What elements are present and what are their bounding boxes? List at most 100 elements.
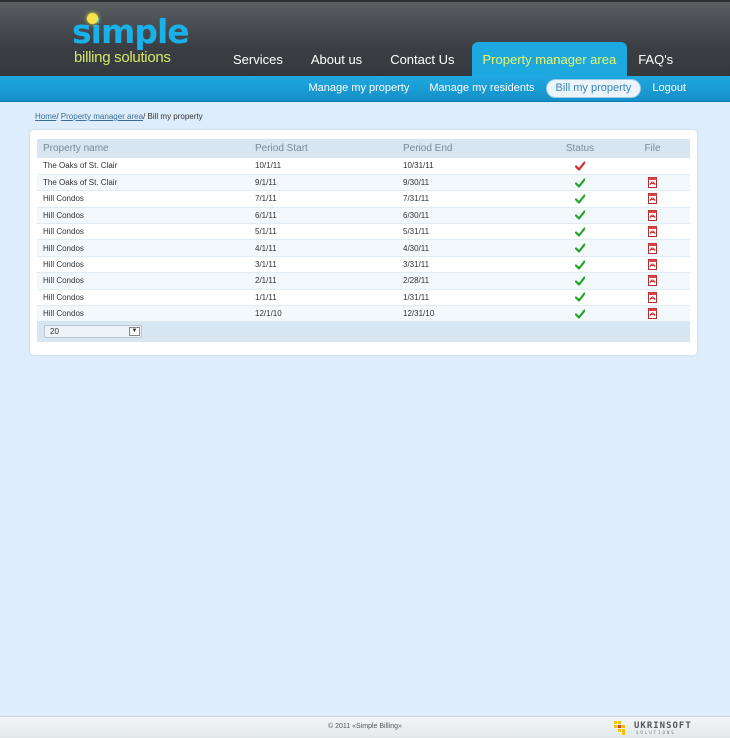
cell-property-name: The Oaks of St. Clair — [37, 174, 249, 192]
cell-status — [545, 256, 615, 274]
subnav-item-manage-my-property[interactable]: Manage my property — [299, 79, 418, 98]
cell-status — [545, 223, 615, 241]
table-footer: 20 ▼ — [37, 321, 690, 342]
breadcrumb-home-link[interactable]: Home — [35, 112, 56, 121]
cell-period-end: 6/30/11 — [397, 207, 545, 225]
site-footer: © 2011 «Simple Billing» UKRINSOFT SOLUTI… — [0, 716, 730, 738]
pdf-file-icon[interactable] — [648, 308, 657, 320]
breadcrumb-area-link[interactable]: Property manager area — [61, 112, 143, 121]
cell-period-start: 4/1/11 — [249, 239, 397, 257]
cell-period-start: 2/1/11 — [249, 272, 397, 290]
site-header: simple billing solutions Services About u… — [0, 0, 730, 78]
cell-file — [615, 207, 690, 225]
pdf-file-icon[interactable] — [648, 291, 657, 303]
cell-status — [545, 158, 615, 175]
breadcrumb: Home/ Property manager area/ Bill my pro… — [35, 112, 203, 121]
vendor-logo[interactable]: UKRINSOFT SOLUTIONS — [614, 720, 698, 736]
cell-period-end: 1/31/11 — [397, 289, 545, 307]
cell-status — [545, 305, 615, 323]
nav-item-services[interactable]: Services — [222, 42, 300, 78]
cell-period-start: 12/1/10 — [249, 305, 397, 323]
cell-file — [615, 305, 690, 323]
cell-property-name: Hill Condos — [37, 207, 249, 225]
cell-property-name: Hill Condos — [37, 272, 249, 290]
nav-item-property-manager-area[interactable]: Property manager area — [471, 42, 628, 78]
cell-file — [615, 190, 690, 208]
check-icon — [575, 210, 585, 220]
cell-period-start: 5/1/11 — [249, 223, 397, 241]
cell-file — [615, 158, 690, 175]
logo-tagline: billing solutions — [74, 49, 171, 66]
subnav-item-manage-my-residents[interactable]: Manage my residents — [420, 79, 543, 98]
check-icon — [575, 309, 585, 319]
pdf-file-icon[interactable] — [648, 177, 657, 189]
cell-period-start: 7/1/11 — [249, 190, 397, 208]
table-row[interactable]: Hill Condos 5/1/11 5/31/11 — [37, 223, 690, 241]
cell-period-start: 9/1/11 — [249, 174, 397, 192]
cell-property-name: The Oaks of St. Clair — [37, 158, 249, 175]
breadcrumb-current: Bill my property — [147, 112, 203, 121]
header-status[interactable]: Status — [545, 139, 615, 158]
cell-period-start: 6/1/11 — [249, 207, 397, 225]
cell-property-name: Hill Condos — [37, 239, 249, 257]
check-pending-icon — [575, 161, 585, 171]
vendor-sub: SOLUTIONS — [636, 730, 676, 735]
table-row[interactable]: Hill Condos 4/1/11 4/30/11 — [37, 239, 690, 257]
subnav-item-logout[interactable]: Logout — [643, 79, 695, 98]
header-period-end[interactable]: Period End — [397, 139, 545, 158]
cell-status — [545, 239, 615, 257]
check-icon — [575, 292, 585, 302]
table-row[interactable]: Hill Condos 1/1/11 1/31/11 — [37, 289, 690, 307]
table-row[interactable]: The Oaks of St. Clair 10/1/11 10/31/11 — [37, 158, 690, 175]
cell-file — [615, 256, 690, 274]
page-size-select[interactable]: 20 ▼ — [44, 325, 142, 338]
check-icon — [575, 276, 585, 286]
cell-period-end: 4/30/11 — [397, 239, 545, 257]
check-icon — [575, 227, 585, 237]
header-file[interactable]: File — [615, 139, 690, 158]
cell-status — [545, 174, 615, 192]
site-logo[interactable]: simple billing solutions — [72, 12, 192, 70]
cell-file — [615, 223, 690, 241]
cell-period-end: 9/30/11 — [397, 174, 545, 192]
pdf-file-icon[interactable] — [648, 209, 657, 221]
cell-period-end: 7/31/11 — [397, 190, 545, 208]
table-row[interactable]: Hill Condos 3/1/11 3/31/11 — [37, 256, 690, 274]
pdf-file-icon[interactable] — [648, 275, 657, 287]
pdf-file-icon[interactable] — [648, 226, 657, 238]
cell-status — [545, 289, 615, 307]
main-nav: Services About us Contact Us Property manag… — [222, 42, 690, 78]
nav-item-contact-us[interactable]: Contact Us — [379, 42, 471, 78]
subnav-item-bill-my-property[interactable]: Bill my property — [545, 79, 642, 98]
check-icon — [575, 194, 585, 204]
table-row[interactable]: Hill Condos 7/1/11 7/31/11 — [37, 190, 690, 208]
check-icon — [575, 177, 585, 188]
cell-file — [615, 272, 690, 290]
nav-item-faq-s[interactable]: FAQ's — [627, 42, 690, 78]
cell-property-name: Hill Condos — [37, 223, 249, 241]
cell-file — [615, 289, 690, 307]
cell-period-start: 10/1/11 — [249, 158, 397, 175]
pdf-file-icon[interactable] — [648, 242, 657, 254]
cell-file — [615, 174, 690, 192]
table-row[interactable]: Hill Condos 12/1/10 12/31/10 — [37, 305, 690, 323]
sub-nav: Manage my property Manage my residents Bil… — [0, 76, 730, 102]
header-property-name[interactable]: Property name — [37, 139, 249, 158]
cell-period-start: 1/1/11 — [249, 289, 397, 307]
pdf-file-icon[interactable] — [648, 259, 657, 271]
table-row[interactable]: Hill Condos 2/1/11 2/28/11 — [37, 272, 690, 290]
cell-period-end: 12/31/10 — [397, 305, 545, 323]
table-row[interactable]: The Oaks of St. Clair 9/1/11 9/30/11 — [37, 174, 690, 192]
table-row[interactable]: Hill Condos 6/1/11 6/30/11 — [37, 207, 690, 225]
cell-property-name: Hill Condos — [37, 256, 249, 274]
chevron-down-icon[interactable]: ▼ — [129, 327, 140, 336]
check-icon — [575, 259, 585, 270]
cell-property-name: Hill Condos — [37, 305, 249, 323]
nav-item-about-us[interactable]: About us — [300, 42, 379, 78]
cell-period-end: 3/31/11 — [397, 256, 545, 274]
cell-period-end: 5/31/11 — [397, 223, 545, 241]
cell-property-name: Hill Condos — [37, 190, 249, 208]
pdf-file-icon[interactable] — [648, 193, 657, 205]
header-period-start[interactable]: Period Start — [249, 139, 397, 158]
billing-panel: Property name Period Start Period End St… — [30, 130, 697, 355]
